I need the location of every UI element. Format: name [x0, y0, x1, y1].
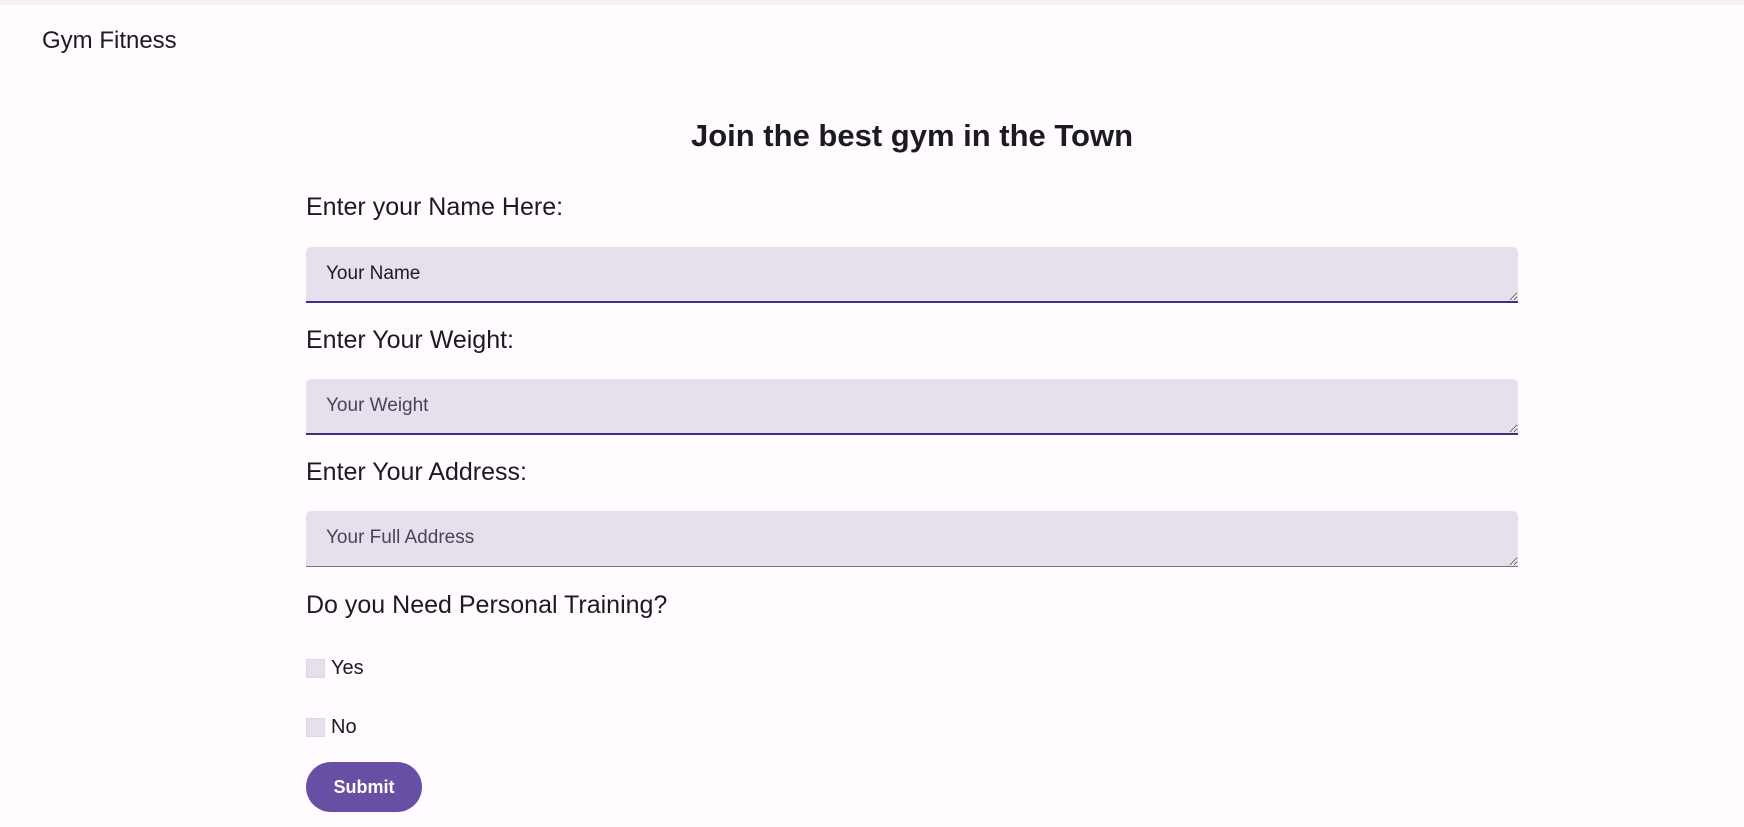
submit-button[interactable]: Submit: [306, 762, 422, 812]
name-input[interactable]: [306, 247, 1518, 303]
top-app-bar: Gym Fitness: [0, 0, 1744, 80]
no-label: No: [331, 716, 357, 738]
yes-checkbox[interactable]: [306, 659, 325, 678]
address-input[interactable]: [306, 511, 1518, 567]
page-title: Join the best gym in the Town: [690, 118, 1134, 153]
training-question: Do you Need Personal Training?: [306, 591, 668, 619]
address-label: Enter Your Address:: [306, 458, 527, 486]
no-checkbox[interactable]: [306, 718, 325, 737]
name-label: Enter your Name Here:: [306, 193, 564, 221]
weight-input[interactable]: [306, 379, 1518, 435]
yes-label: Yes: [331, 657, 364, 679]
brand-title: Gym Fitness: [42, 27, 177, 54]
option-no: No: [306, 716, 357, 739]
option-yes: Yes: [306, 657, 364, 680]
weight-label: Enter Your Weight:: [306, 326, 515, 354]
